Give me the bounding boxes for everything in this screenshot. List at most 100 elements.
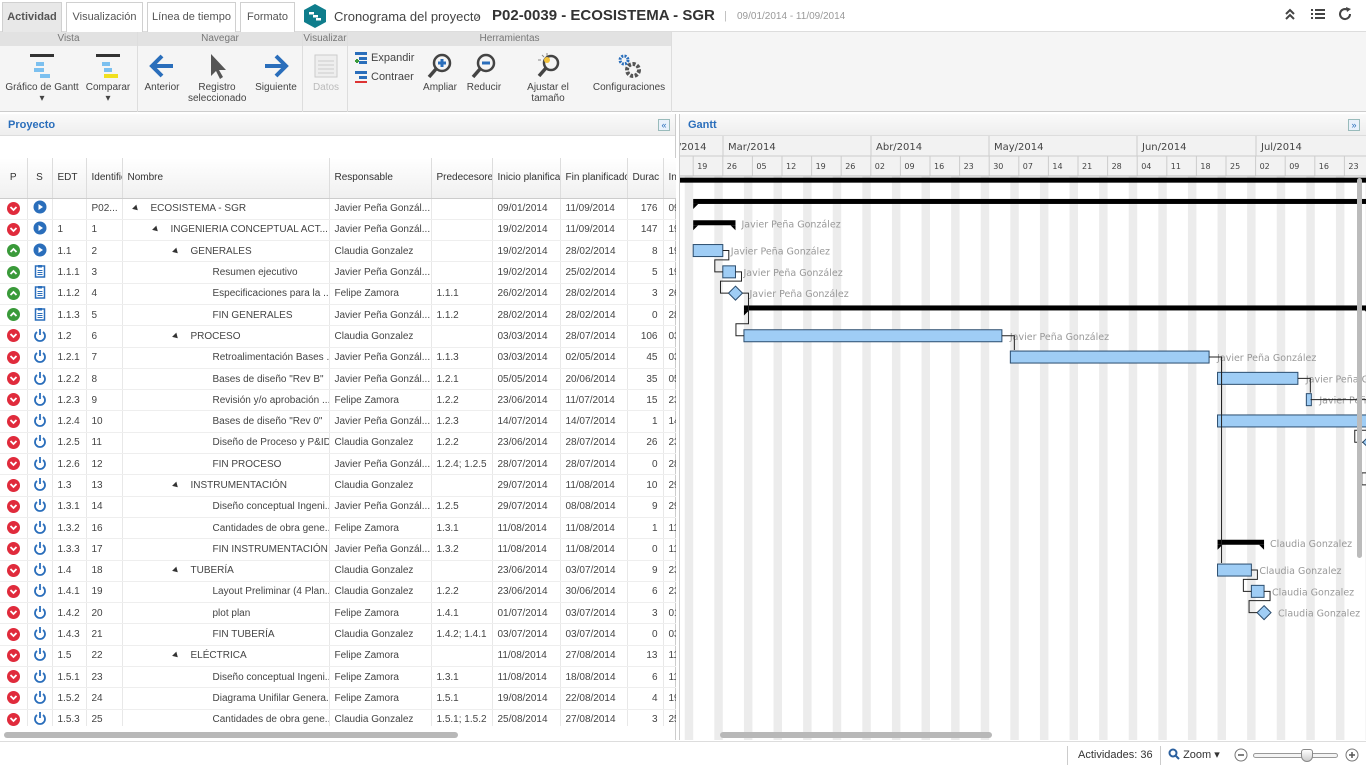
priority-cell[interactable]: [0, 347, 28, 369]
column-header[interactable]: Ini: [663, 158, 676, 199]
table-row[interactable]: 1.3.1 14 Diseño conceptual Ingeni... Javier…: [0, 496, 676, 518]
priority-cell[interactable]: [0, 410, 28, 433]
status-cell[interactable]: [27, 325, 53, 348]
name-cell[interactable]: TUBERÍA: [122, 560, 330, 582]
refresh-icon[interactable]: [1336, 6, 1354, 26]
compare-button[interactable]: Comparar ▾: [82, 52, 134, 104]
status-cell[interactable]: [27, 687, 53, 710]
column-header[interactable]: Durac: [627, 158, 664, 199]
name-cell[interactable]: INGENIERIA CONCEPTUAL ACT...: [122, 219, 330, 242]
name-cell[interactable]: Resumen ejecutivo: [122, 261, 330, 284]
zoom-slider-thumb[interactable]: [1300, 749, 1313, 762]
priority-cell[interactable]: [0, 325, 28, 348]
name-cell[interactable]: Diagrama Unifilar Genera..: [122, 687, 330, 710]
name-cell[interactable]: Diseño de Proceso y P&ID: [122, 432, 330, 455]
status-cell[interactable]: [27, 410, 53, 433]
list-icon[interactable]: [1309, 6, 1327, 26]
column-header[interactable]: Inicio planificad: [492, 158, 561, 199]
status-cell[interactable]: [27, 389, 53, 412]
table-row[interactable]: 1.4.2 20 plot plan Felipe Zamora 1.4.1 01/07/…: [0, 602, 676, 625]
table-row[interactable]: 1.5.1 23 Diseño conceptual Ingeni.. Felipe …: [0, 666, 676, 689]
name-cell[interactable]: Revisión y/o aprobación ....: [122, 389, 330, 412]
priority-cell[interactable]: [0, 496, 28, 518]
expand-right-icon[interactable]: »: [1348, 119, 1360, 131]
priority-cell[interactable]: [0, 453, 28, 476]
tree-toggle-icon[interactable]: [171, 332, 180, 341]
tree-toggle-icon[interactable]: [131, 204, 140, 213]
status-cell[interactable]: [27, 283, 53, 305]
status-cell[interactable]: [27, 602, 53, 625]
status-cell[interactable]: [27, 581, 53, 604]
table-row[interactable]: 1.2.4 10 Bases de diseño "Rev 0" Javier Peñ…: [0, 410, 676, 433]
app-title[interactable]: Cronograma del proyecto: [334, 9, 481, 24]
selected-record-button[interactable]: Registro seleccionado: [188, 52, 246, 104]
name-cell[interactable]: FIN PROCESO: [122, 453, 330, 476]
status-cell[interactable]: [27, 623, 53, 646]
table-row[interactable]: 1.1 2 GENERALES Claudia Gonzalez 19/02/2014 2…: [0, 240, 676, 263]
column-header[interactable]: Nombre: [122, 158, 330, 199]
zoom-out-small-icon[interactable]: [1234, 748, 1248, 762]
priority-cell[interactable]: [0, 602, 28, 625]
priority-cell[interactable]: [0, 709, 28, 726]
name-cell[interactable]: Diseño conceptual Ingeni..: [122, 666, 330, 689]
column-header[interactable]: Predecesore: [431, 158, 493, 199]
status-cell[interactable]: [27, 560, 53, 582]
name-cell[interactable]: Especificaciones para la ...: [122, 283, 330, 305]
tab-visualizacion[interactable]: Visualización: [66, 2, 143, 32]
name-cell[interactable]: plot plan: [122, 602, 330, 625]
column-header[interactable]: Fin planificado: [560, 158, 628, 199]
table-row[interactable]: 1.3.3 17 FIN INSTRUMENTACIÓN Javier Peña Go…: [0, 538, 676, 561]
table-row[interactable]: 1.2.6 12 FIN PROCESO Javier Peña Gonzál... 1…: [0, 453, 676, 476]
name-cell[interactable]: FIN TUBERÍA: [122, 623, 330, 646]
zoom-in-small-icon[interactable]: [1345, 748, 1359, 762]
table-row[interactable]: 1.2.2 8 Bases de diseño "Rev B" Javier Peña…: [0, 368, 676, 391]
name-cell[interactable]: Retroalimentación Bases ...: [122, 347, 330, 369]
status-cell[interactable]: [27, 645, 53, 668]
column-header[interactable]: EDT: [52, 158, 87, 199]
tree-toggle-icon[interactable]: [171, 481, 180, 490]
status-cell[interactable]: [27, 517, 53, 540]
table-row[interactable]: 1.5 22 ELÉCTRICA Felipe Zamora 11/08/2014 27/…: [0, 645, 676, 668]
status-cell[interactable]: [27, 432, 53, 455]
priority-cell[interactable]: [0, 645, 28, 668]
priority-cell[interactable]: [0, 623, 28, 646]
column-header[interactable]: S: [27, 158, 53, 199]
data-button[interactable]: Datos: [307, 52, 345, 93]
priority-cell[interactable]: [0, 198, 28, 220]
table-row[interactable]: P02... ECOSISTEMA - SGR Javier Peña Gonzál…: [0, 198, 676, 220]
priority-cell[interactable]: [0, 389, 28, 412]
gantt-chart-button[interactable]: Gráfico de Gantt ▾: [4, 52, 80, 104]
priority-cell[interactable]: [0, 687, 28, 710]
status-cell[interactable]: [27, 709, 53, 726]
zoom-slider[interactable]: [1253, 749, 1338, 762]
table-row[interactable]: 1.2 6 PROCESO Claudia Gonzalez 03/03/2014 28/…: [0, 325, 676, 348]
table-row[interactable]: 1.3 13 INSTRUMENTACIÓN Claudia Gonzalez 29/0…: [0, 474, 676, 497]
status-cell[interactable]: [27, 261, 53, 284]
status-cell[interactable]: [27, 474, 53, 497]
previous-button[interactable]: Anterior: [142, 52, 182, 93]
name-cell[interactable]: GENERALES: [122, 240, 330, 263]
name-cell[interactable]: Diseño conceptual Ingeni...: [122, 496, 330, 518]
table-row[interactable]: 1.5.3 25 Cantidades de obra gene... Claudia…: [0, 709, 676, 726]
table-row[interactable]: 1.1.1 3 Resumen ejecutivo Javier Peña Gonzá…: [0, 261, 676, 284]
next-button[interactable]: Siguiente: [252, 52, 300, 93]
status-cell[interactable]: [27, 347, 53, 369]
priority-cell[interactable]: [0, 581, 28, 604]
priority-cell[interactable]: [0, 304, 28, 327]
tab-formato[interactable]: Formato: [240, 2, 295, 32]
name-cell[interactable]: PROCESO: [122, 325, 330, 348]
name-cell[interactable]: Cantidades de obra gene....: [122, 517, 330, 540]
priority-cell[interactable]: [0, 538, 28, 561]
tree-toggle-icon[interactable]: [171, 651, 180, 660]
tree-toggle-icon[interactable]: [171, 247, 180, 255]
name-cell[interactable]: Bases de diseño "Rev B": [122, 368, 330, 391]
tab-linea-de-tiempo[interactable]: Línea de tiempo: [147, 2, 236, 32]
tab-actividad[interactable]: Actividad: [2, 2, 62, 32]
status-cell[interactable]: [27, 368, 53, 391]
table-row[interactable]: 1.5.2 24 Diagrama Unifilar Genera.. Felipe …: [0, 687, 676, 710]
table-row[interactable]: 1.2.5 11 Diseño de Proceso y P&ID Claudia G…: [0, 432, 676, 455]
collapse-button[interactable]: Contraer: [354, 70, 414, 84]
status-cell[interactable]: [27, 538, 53, 561]
status-cell[interactable]: [27, 453, 53, 476]
expand-button[interactable]: Expandir: [354, 51, 414, 65]
